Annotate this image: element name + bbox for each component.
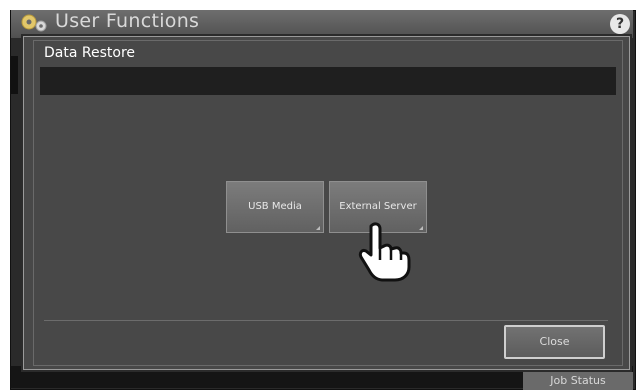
close-button[interactable]: Close xyxy=(504,325,605,359)
job-status-button[interactable]: Job Status xyxy=(523,372,633,390)
app-title: User Functions xyxy=(55,10,200,32)
dialog-title: Data Restore xyxy=(44,45,135,61)
help-icon[interactable]: ? xyxy=(610,14,630,34)
left-edge-bar xyxy=(11,56,18,94)
external-server-label: External Server xyxy=(339,201,417,212)
corner-indicator-icon xyxy=(419,226,423,230)
usb-media-label: USB Media xyxy=(248,201,302,212)
pointer-hand-icon xyxy=(358,222,411,282)
dialog-divider xyxy=(44,320,608,321)
gear-icon xyxy=(21,14,47,32)
message-band xyxy=(40,67,616,95)
usb-media-button[interactable]: USB Media xyxy=(226,181,324,233)
corner-indicator-icon xyxy=(316,226,320,230)
